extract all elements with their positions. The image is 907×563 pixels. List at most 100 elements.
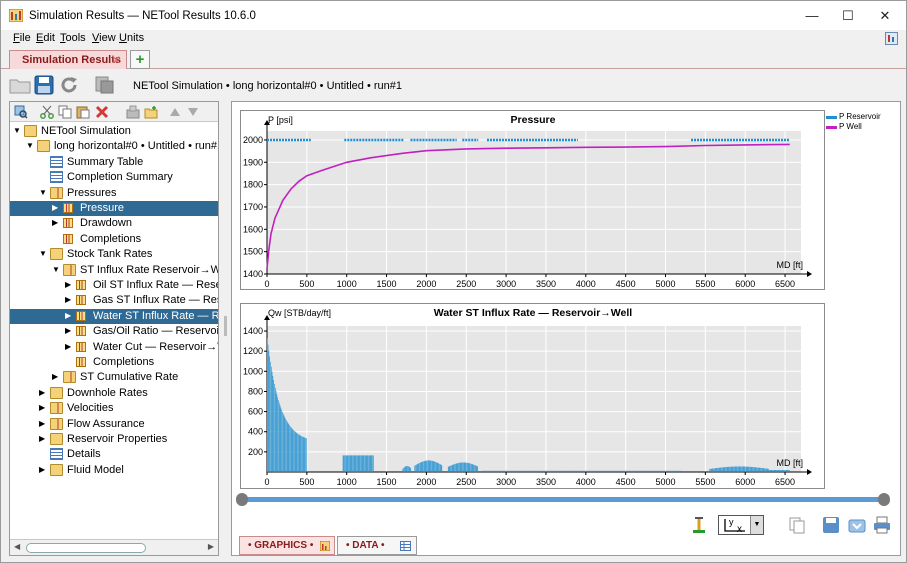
tree-item[interactable]: ▶ Flow Assurance <box>10 417 218 432</box>
axis-selector[interactable]: y x ▼ <box>718 515 764 535</box>
menu-view[interactable]: View <box>92 32 116 44</box>
scroll-right-icon[interactable]: ▶ <box>208 542 214 551</box>
tree-item[interactable]: ▶ ST Cumulative Rate <box>10 370 218 385</box>
tree-item[interactable]: ▶ Water Cut — Reservoir→Well <box>10 340 218 355</box>
tree-item[interactable]: ▶ Reservoir Properties <box>10 432 218 447</box>
tree-item[interactable]: ▶ Pressure <box>10 201 218 216</box>
expand-right-icon[interactable]: ▶ <box>65 311 73 321</box>
water-influx-bar <box>532 470 534 472</box>
axis-dropdown-icon[interactable]: ▼ <box>750 516 763 534</box>
expand-right-icon[interactable]: ▶ <box>52 203 60 213</box>
locate-icon[interactable] <box>14 105 28 119</box>
tab-close-icon[interactable]: ✕ <box>111 53 121 67</box>
expand-right-icon[interactable]: ▶ <box>65 342 73 352</box>
menu-units[interactable]: Units <box>119 32 144 44</box>
tab-graphics[interactable]: • GRAPHICS • <box>239 536 335 555</box>
water-influx-bar <box>426 460 428 472</box>
water-influx-bar <box>626 470 628 472</box>
water-influx-bar <box>370 455 372 472</box>
add-tab-button[interactable]: + <box>130 50 150 69</box>
help-icon[interactable] <box>885 32 898 45</box>
menu-edit[interactable]: Edit <box>36 32 55 44</box>
expand-right-icon[interactable]: ▶ <box>65 295 73 305</box>
expand-right-icon[interactable]: ▶ <box>52 218 60 228</box>
copy-icon[interactable] <box>58 105 72 119</box>
tree-item[interactable]: ▶ Velocities <box>10 401 218 416</box>
range-slider-right-handle[interactable] <box>878 493 890 506</box>
pressure-chart[interactable]: 0 500 1000 1500 2000 2500 3000 3500 4000 4500 5000… <box>240 110 825 290</box>
minimize-button[interactable]: — <box>793 1 831 30</box>
save-chart-icon[interactable] <box>822 516 840 534</box>
water-influx-chart-canvas: 0 500 1000 1500 2000 2500 3000 3500 4000 4500 5000… <box>243 307 812 487</box>
tree-item[interactable]: ▼ Stock Tank Rates <box>10 247 218 262</box>
expand-right-icon[interactable]: ▶ <box>52 372 60 382</box>
tree-item[interactable]: ▶ Oil ST Influx Rate — Reservoi <box>10 278 218 293</box>
tree-item[interactable]: ▶ Fluid Model <box>10 463 218 478</box>
copy-chart-icon[interactable] <box>788 516 806 534</box>
close-button[interactable]: ✕ <box>866 1 904 30</box>
tree-horizontal-scrollbar[interactable]: ◀ ▶ <box>10 539 218 555</box>
save-icon[interactable] <box>33 74 55 96</box>
delete-icon[interactable] <box>95 105 109 119</box>
expand-down-icon[interactable]: ▼ <box>13 126 21 136</box>
tree-item[interactable]: Details <box>10 447 218 462</box>
water-influx-bar <box>566 470 568 472</box>
tree-item[interactable]: ▼ Pressures <box>10 186 218 201</box>
expand-right-icon[interactable]: ▶ <box>65 326 73 336</box>
tab-data[interactable]: • DATA • <box>337 536 417 555</box>
tree-item[interactable]: ▼ NETool Simulation <box>10 124 218 139</box>
water-influx-bar <box>786 469 788 472</box>
tree-item[interactable]: ▶ Gas/Oil Ratio — Reservoir→W <box>10 324 218 339</box>
move-down-icon[interactable] <box>186 105 200 119</box>
expand-right-icon[interactable]: ▶ <box>39 465 47 475</box>
scrollbar-thumb[interactable] <box>26 543 146 553</box>
range-slider[interactable] <box>236 493 890 507</box>
move-up-icon[interactable] <box>168 105 182 119</box>
tree-item[interactable]: ▶ Downhole Rates <box>10 386 218 401</box>
tree-item[interactable]: ▼ ST Influx Rate Reservoir→Well <box>10 263 218 278</box>
paste-icon[interactable] <box>76 105 90 119</box>
expand-right-icon[interactable]: ▶ <box>39 403 47 413</box>
tree-item[interactable]: ▶ Drawdown <box>10 216 218 231</box>
expand-down-icon[interactable]: ▼ <box>26 141 34 151</box>
x-axis-label: MD [ft] <box>777 260 804 270</box>
water-influx-bar <box>345 455 347 472</box>
refresh-icon[interactable] <box>58 74 80 96</box>
expand-down-icon[interactable]: ▼ <box>39 188 47 198</box>
tree-item[interactable]: Completion Summary <box>10 170 218 185</box>
print-icon[interactable] <box>873 516 891 534</box>
scroll-left-icon[interactable]: ◀ <box>14 542 20 551</box>
tab-simulation-results[interactable]: Simulation Results ✕ <box>9 50 127 69</box>
range-slider-left-handle[interactable] <box>236 493 248 506</box>
expand-right-icon[interactable]: ▶ <box>39 388 47 398</box>
expand-right-icon[interactable]: ▶ <box>39 434 47 444</box>
expand-right-icon[interactable]: ▶ <box>65 280 73 290</box>
tree-item[interactable]: Completions <box>10 232 218 247</box>
water-influx-bar <box>754 467 756 472</box>
menu-tools[interactable]: Tools <box>60 32 86 44</box>
axis-range-icon[interactable] <box>690 516 708 534</box>
panel-splitter[interactable] <box>222 101 229 556</box>
tree-item[interactable]: ▶ Water ST Influx Rate — Reser <box>10 308 218 324</box>
water-influx-bar <box>642 470 643 472</box>
water-influx-chart[interactable]: 0 500 1000 1500 2000 2500 3000 3500 4000 4500 5000… <box>240 303 825 489</box>
open-chart-icon[interactable] <box>848 516 866 534</box>
new-folder-icon[interactable] <box>144 105 158 119</box>
expand-down-icon[interactable]: ▼ <box>39 249 47 259</box>
cut-icon[interactable] <box>40 105 54 119</box>
export-icon[interactable] <box>93 74 115 96</box>
water-influx-bar <box>494 470 495 472</box>
open-folder-icon[interactable] <box>9 74 31 96</box>
tree-item[interactable]: ▶ Gas ST Influx Rate — Reservo <box>10 293 218 308</box>
tree-item[interactable]: Summary Table <box>10 155 218 170</box>
tree-item-label: Summary Table <box>67 155 144 168</box>
expand-down-icon[interactable]: ▼ <box>52 265 60 275</box>
tree-item[interactable]: Completions <box>10 355 218 370</box>
water-influx-bar <box>486 470 487 472</box>
import-icon[interactable] <box>126 105 140 119</box>
maximize-button[interactable]: ☐ <box>829 1 867 30</box>
expand-right-icon[interactable]: ▶ <box>39 419 47 429</box>
menu-file[interactable]: File <box>13 32 31 44</box>
water-influx-bar <box>738 466 739 472</box>
tree-item[interactable]: ▼ long horizontal#0 • Untitled • run#1 <box>10 139 218 154</box>
